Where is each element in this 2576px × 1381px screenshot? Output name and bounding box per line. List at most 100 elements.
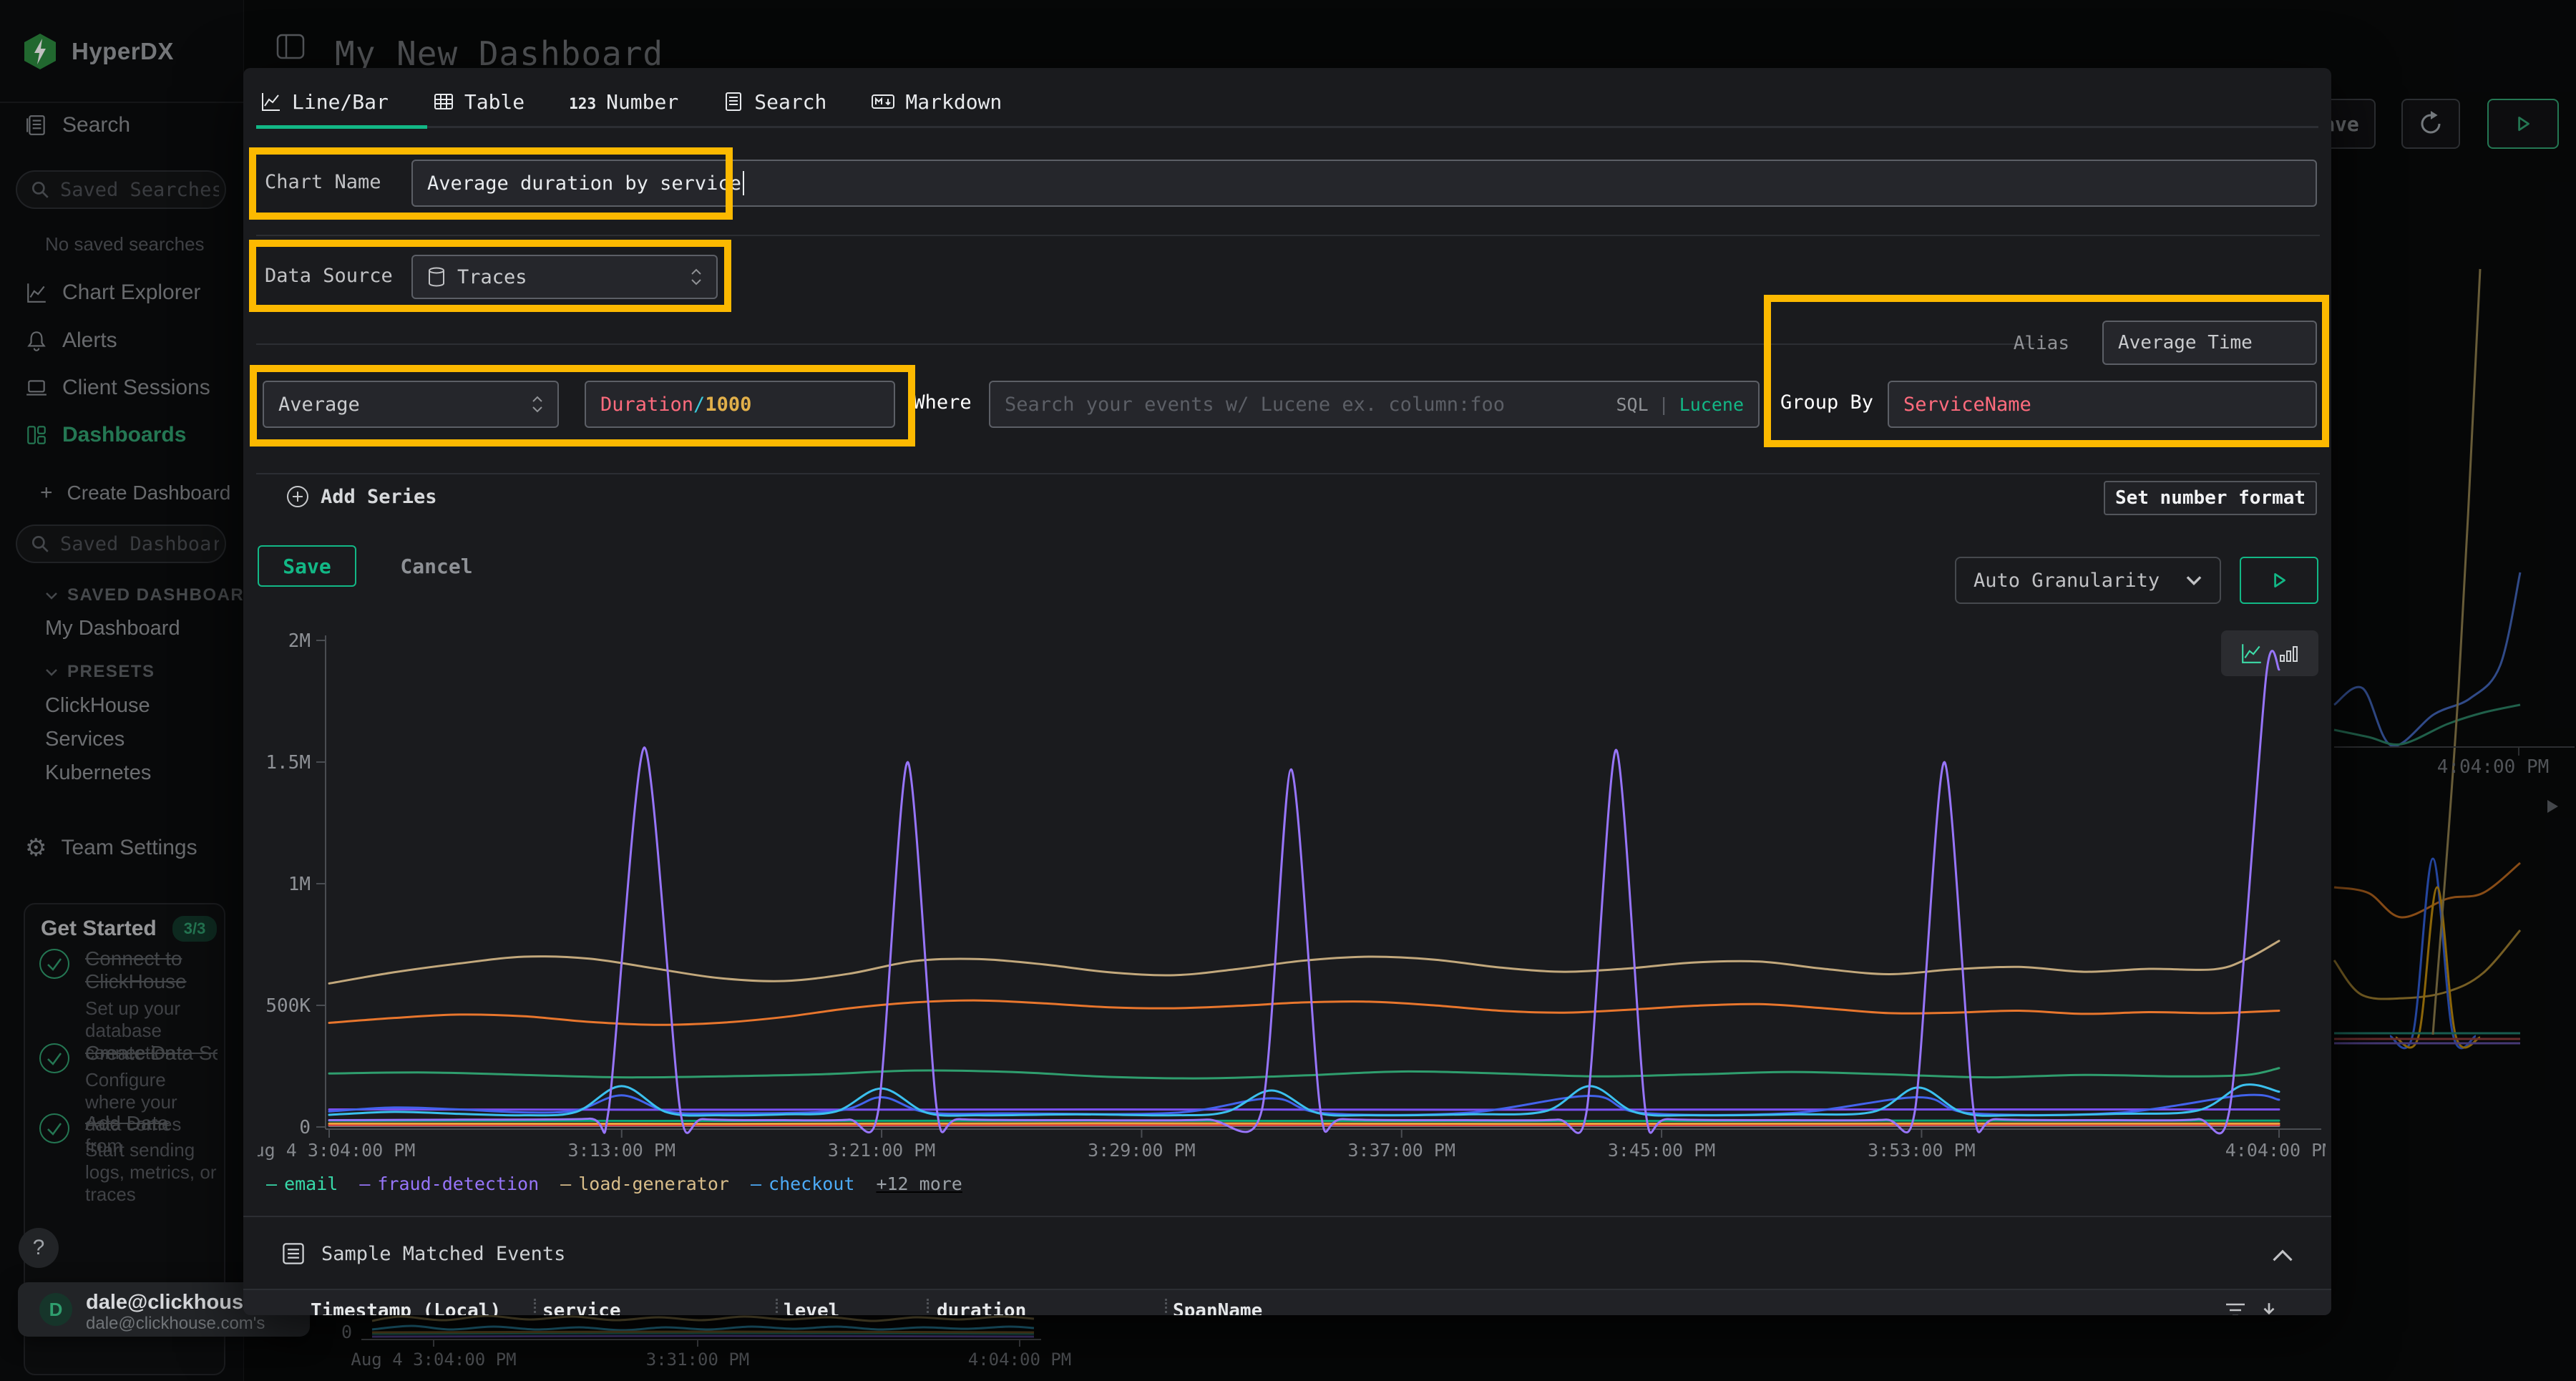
granularity-select[interactable]: Auto Granularity	[1955, 557, 2221, 604]
tab-number[interactable]: Number	[569, 90, 678, 114]
app-root: HyperDX Search Saved Searches No saved s…	[0, 0, 2576, 1381]
column-separator[interactable]	[1165, 1299, 1167, 1315]
sidebar-divider	[0, 102, 243, 103]
sidebar-toggle-button[interactable]	[276, 33, 305, 62]
sql-option[interactable]: SQL	[1616, 394, 1648, 415]
live-play-button[interactable]	[2487, 99, 2559, 149]
refresh-button[interactable]	[2401, 99, 2460, 149]
saved-dashboards-section[interactable]: SAVED DASHBOARDS	[44, 585, 244, 605]
play-icon	[2514, 114, 2532, 133]
sidebar-item-dashboards[interactable]: Dashboards	[25, 423, 186, 447]
tab-markdown[interactable]: Markdown	[871, 90, 1002, 114]
query-language-toggle[interactable]: SQL | Lucene	[1616, 394, 1744, 415]
set-number-format-button[interactable]: Set number format	[2104, 481, 2317, 515]
add-series-button[interactable]: Add Series	[286, 485, 437, 508]
markdown-icon	[871, 91, 895, 112]
column-header-level[interactable]: level	[784, 1300, 839, 1315]
sidebar: HyperDX Search Saved Searches No saved s…	[0, 0, 244, 1381]
saved-searches-placeholder: Saved Searches	[60, 179, 219, 201]
scroll-right-arrow-icon[interactable]	[2547, 800, 2558, 813]
tab-search[interactable]: Search	[723, 90, 826, 114]
sample-matched-events-header[interactable]: Sample Matched Events	[281, 1241, 565, 1266]
svg-text:3:13:00 PM: 3:13:00 PM	[567, 1140, 675, 1161]
get-started-title: Get Started	[41, 917, 157, 941]
svg-text:4:04:00 PM: 4:04:00 PM	[2437, 756, 2550, 778]
aggregation-select[interactable]: Average	[263, 381, 559, 428]
column-separator[interactable]	[927, 1299, 929, 1315]
sidebar-item-label: Team Settings	[61, 836, 197, 860]
column-separator[interactable]	[534, 1299, 536, 1315]
alias-input[interactable]: Average Time	[2102, 321, 2317, 365]
chart-name-input[interactable]: Average duration by service	[411, 160, 2317, 207]
column-header-duration[interactable]: duration	[937, 1300, 1026, 1315]
column-header-spanname[interactable]: SpanName	[1173, 1300, 1262, 1315]
logo[interactable]: HyperDX	[21, 33, 174, 70]
section-label: PRESETS	[67, 662, 155, 682]
where-label: Where	[909, 391, 976, 414]
sidebar-item-search[interactable]: Search	[25, 113, 130, 137]
svg-text:3:45:00 PM: 3:45:00 PM	[1608, 1140, 1716, 1161]
column-separator[interactable]	[776, 1299, 778, 1315]
line-chart-icon	[260, 91, 282, 112]
tab-table[interactable]: Table	[433, 90, 525, 114]
group-by-label: Group By	[1780, 391, 1873, 414]
presets-section[interactable]: PRESETS	[44, 662, 155, 682]
run-query-button[interactable]	[2240, 557, 2318, 604]
sidebar-item-kubernetes[interactable]: Kubernetes	[45, 761, 151, 785]
chevron-down-icon	[2185, 575, 2202, 586]
background-chart-right: 4:04:00 PM	[2331, 208, 2576, 1073]
svg-text:4:04:00 PM: 4:04:00 PM	[968, 1350, 1072, 1370]
help-button[interactable]: ?	[19, 1228, 59, 1268]
magnifier-icon	[30, 534, 50, 554]
sidebar-item-client-sessions[interactable]: Client Sessions	[25, 376, 210, 400]
tab-line-bar[interactable]: Line/Bar	[260, 90, 389, 114]
main-chart[interactable]: 0500K1M1.5M2MAug 4 3:04:00 PM3:13:00 PM3…	[258, 615, 2326, 1173]
column-header-timestamp[interactable]: Timestamp (Local)	[311, 1300, 501, 1315]
column-header-service[interactable]: service	[542, 1300, 621, 1315]
sidebar-item-my-dashboard[interactable]: My Dashboard	[45, 617, 180, 640]
step-desc: Start sending logs, metrics, or traces	[85, 1139, 218, 1205]
legend-more-link[interactable]: +12 more	[876, 1173, 962, 1194]
alias-label: Alias	[1989, 333, 2069, 354]
sidebar-item-label: Alerts	[62, 328, 117, 353]
sidebar-item-alerts[interactable]: Alerts	[25, 328, 117, 353]
create-dashboard-button[interactable]: Create Dashboard	[40, 481, 230, 505]
legend-item-load-generator[interactable]: load-generator	[560, 1173, 729, 1194]
svg-text:0: 0	[299, 1117, 311, 1138]
saved-dashboards-input[interactable]: Saved Dashboards	[16, 524, 226, 563]
where-search-input[interactable]: Search your events w/ Lucene ex. column:…	[989, 381, 1760, 428]
cancel-button[interactable]: Cancel	[386, 545, 487, 587]
filter-icon[interactable]	[2225, 1302, 2245, 1315]
gear-icon: ⚙	[25, 834, 47, 862]
section-label: SAVED DASHBOARDS	[67, 585, 244, 605]
lucene-option[interactable]: Lucene	[1679, 394, 1744, 415]
save-button[interactable]: Save	[258, 545, 356, 587]
legend-item-fraud-detection[interactable]: fraud-detection	[359, 1173, 539, 1194]
data-source-select[interactable]: Traces	[411, 255, 718, 299]
field-expression-input[interactable]: Duration/1000	[585, 381, 895, 428]
group-by-input[interactable]: ServiceName	[1888, 381, 2317, 428]
step-title: Create Data Source	[85, 1042, 218, 1065]
sidebar-item-clickhouse[interactable]: ClickHouse	[45, 694, 150, 718]
chevron-down-icon	[44, 667, 59, 677]
svg-text:500K: 500K	[265, 995, 311, 1017]
svg-text:3:21:00 PM: 3:21:00 PM	[828, 1140, 936, 1161]
svg-text:3:29:00 PM: 3:29:00 PM	[1088, 1140, 1196, 1161]
svg-text:3:31:00 PM: 3:31:00 PM	[646, 1350, 750, 1370]
legend-item-checkout[interactable]: checkout	[751, 1173, 854, 1194]
svg-text:Aug 4 3:04:00 PM: Aug 4 3:04:00 PM	[258, 1140, 415, 1161]
download-icon[interactable]	[2260, 1302, 2278, 1315]
active-tab-indicator	[256, 125, 427, 129]
legend-item-email[interactable]: email	[266, 1173, 338, 1194]
collapse-chevron-up-icon[interactable]	[2272, 1249, 2293, 1263]
sidebar-item-services[interactable]: Services	[45, 728, 125, 751]
section-divider	[256, 235, 2320, 236]
get-started-step[interactable]: Add DataStart sending logs, metrics, or …	[38, 1112, 218, 1205]
sidebar-item-chart-explorer[interactable]: Chart Explorer	[25, 280, 200, 305]
hyperdx-logo-icon	[21, 33, 59, 70]
chevron-down-icon	[44, 590, 59, 600]
svg-text:3:53:00 PM: 3:53:00 PM	[1868, 1140, 1976, 1161]
sidebar-item-team-settings[interactable]: ⚙ Team Settings	[25, 834, 197, 862]
saved-searches-input[interactable]: Saved Searches	[16, 170, 226, 209]
edit-chart-modal: Line/Bar Table Number Search	[243, 68, 2331, 1315]
